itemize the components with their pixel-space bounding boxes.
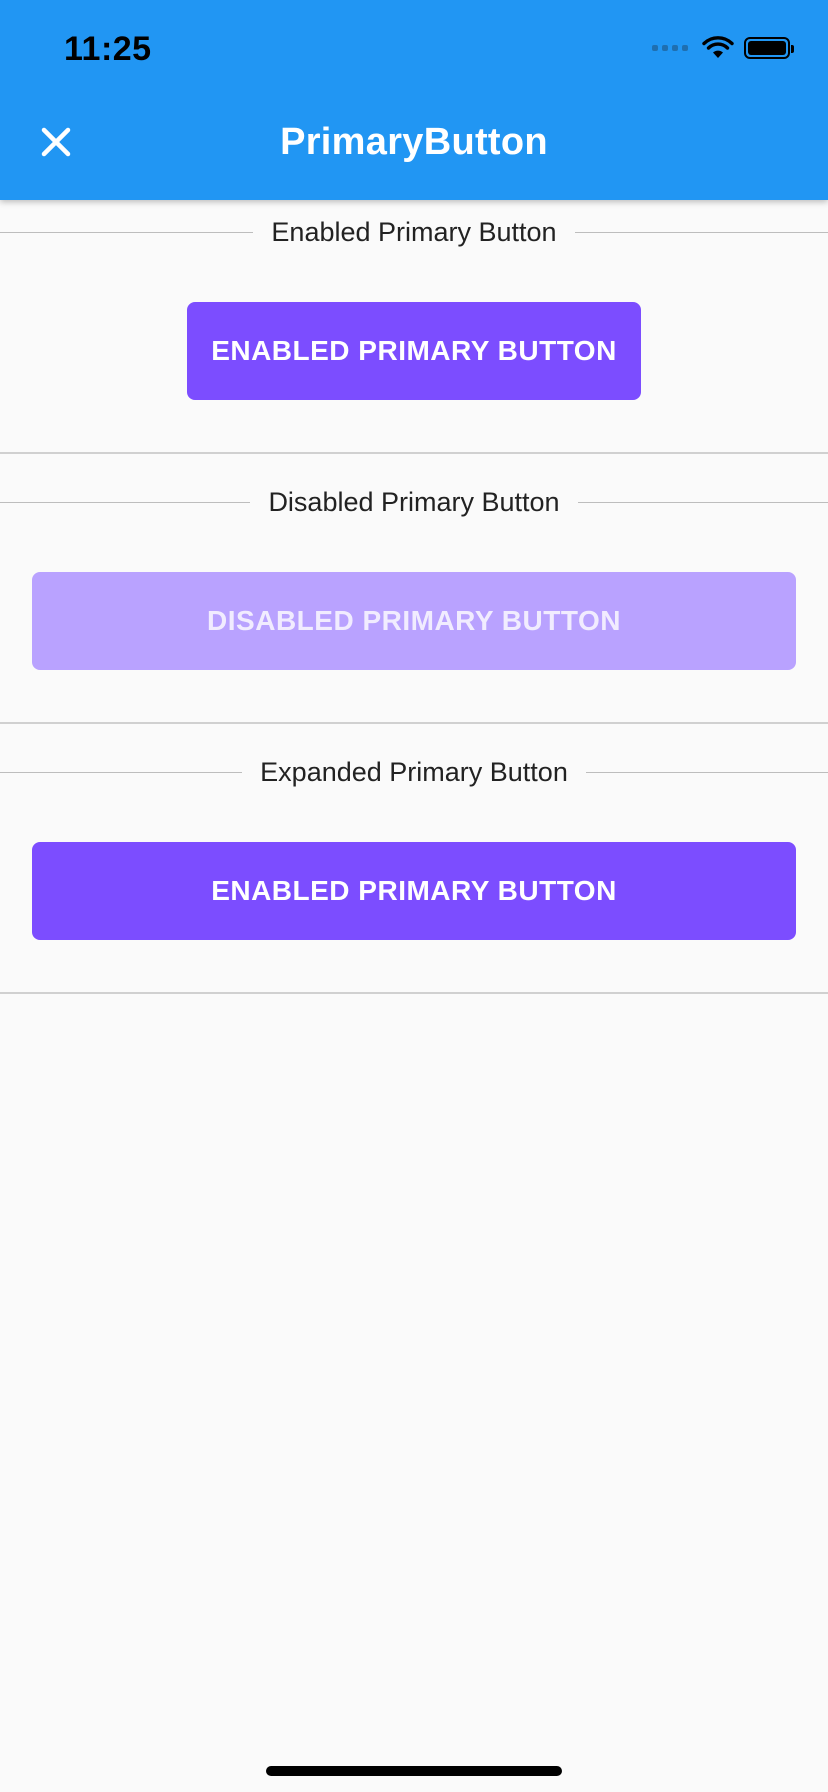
divider-line	[574, 231, 828, 233]
section-divider	[0, 452, 828, 454]
battery-icon	[744, 37, 794, 59]
section-header-enabled: Enabled Primary Button	[0, 212, 828, 252]
section-header-disabled: Disabled Primary Button	[0, 482, 828, 522]
signal-icon	[652, 45, 688, 51]
section-label: Enabled Primary Button	[271, 216, 557, 247]
section-label: Expanded Primary Button	[260, 756, 568, 787]
status-time: 11:25	[64, 30, 152, 68]
section-label: Disabled Primary Button	[268, 486, 560, 517]
app-bar: 11:25 PrimaryButton	[0, 0, 828, 200]
section-header-expanded: Expanded Primary Button	[0, 752, 828, 792]
page-title: PrimaryButton	[280, 121, 548, 163]
section-divider	[0, 992, 828, 994]
divider-line	[0, 231, 254, 233]
disabled-primary-button: DISABLED PRIMARY BUTTON	[32, 572, 796, 670]
divider-line	[0, 771, 243, 773]
status-icons	[652, 36, 794, 60]
section-divider	[0, 722, 828, 724]
wifi-icon	[702, 36, 734, 58]
divider-line	[585, 771, 828, 773]
enabled-primary-button[interactable]: ENABLED PRIMARY BUTTON	[187, 302, 641, 400]
home-indicator	[266, 1766, 562, 1776]
divider-line	[0, 501, 251, 503]
expanded-primary-button[interactable]: ENABLED PRIMARY BUTTON	[32, 842, 796, 940]
divider-line	[577, 501, 828, 503]
